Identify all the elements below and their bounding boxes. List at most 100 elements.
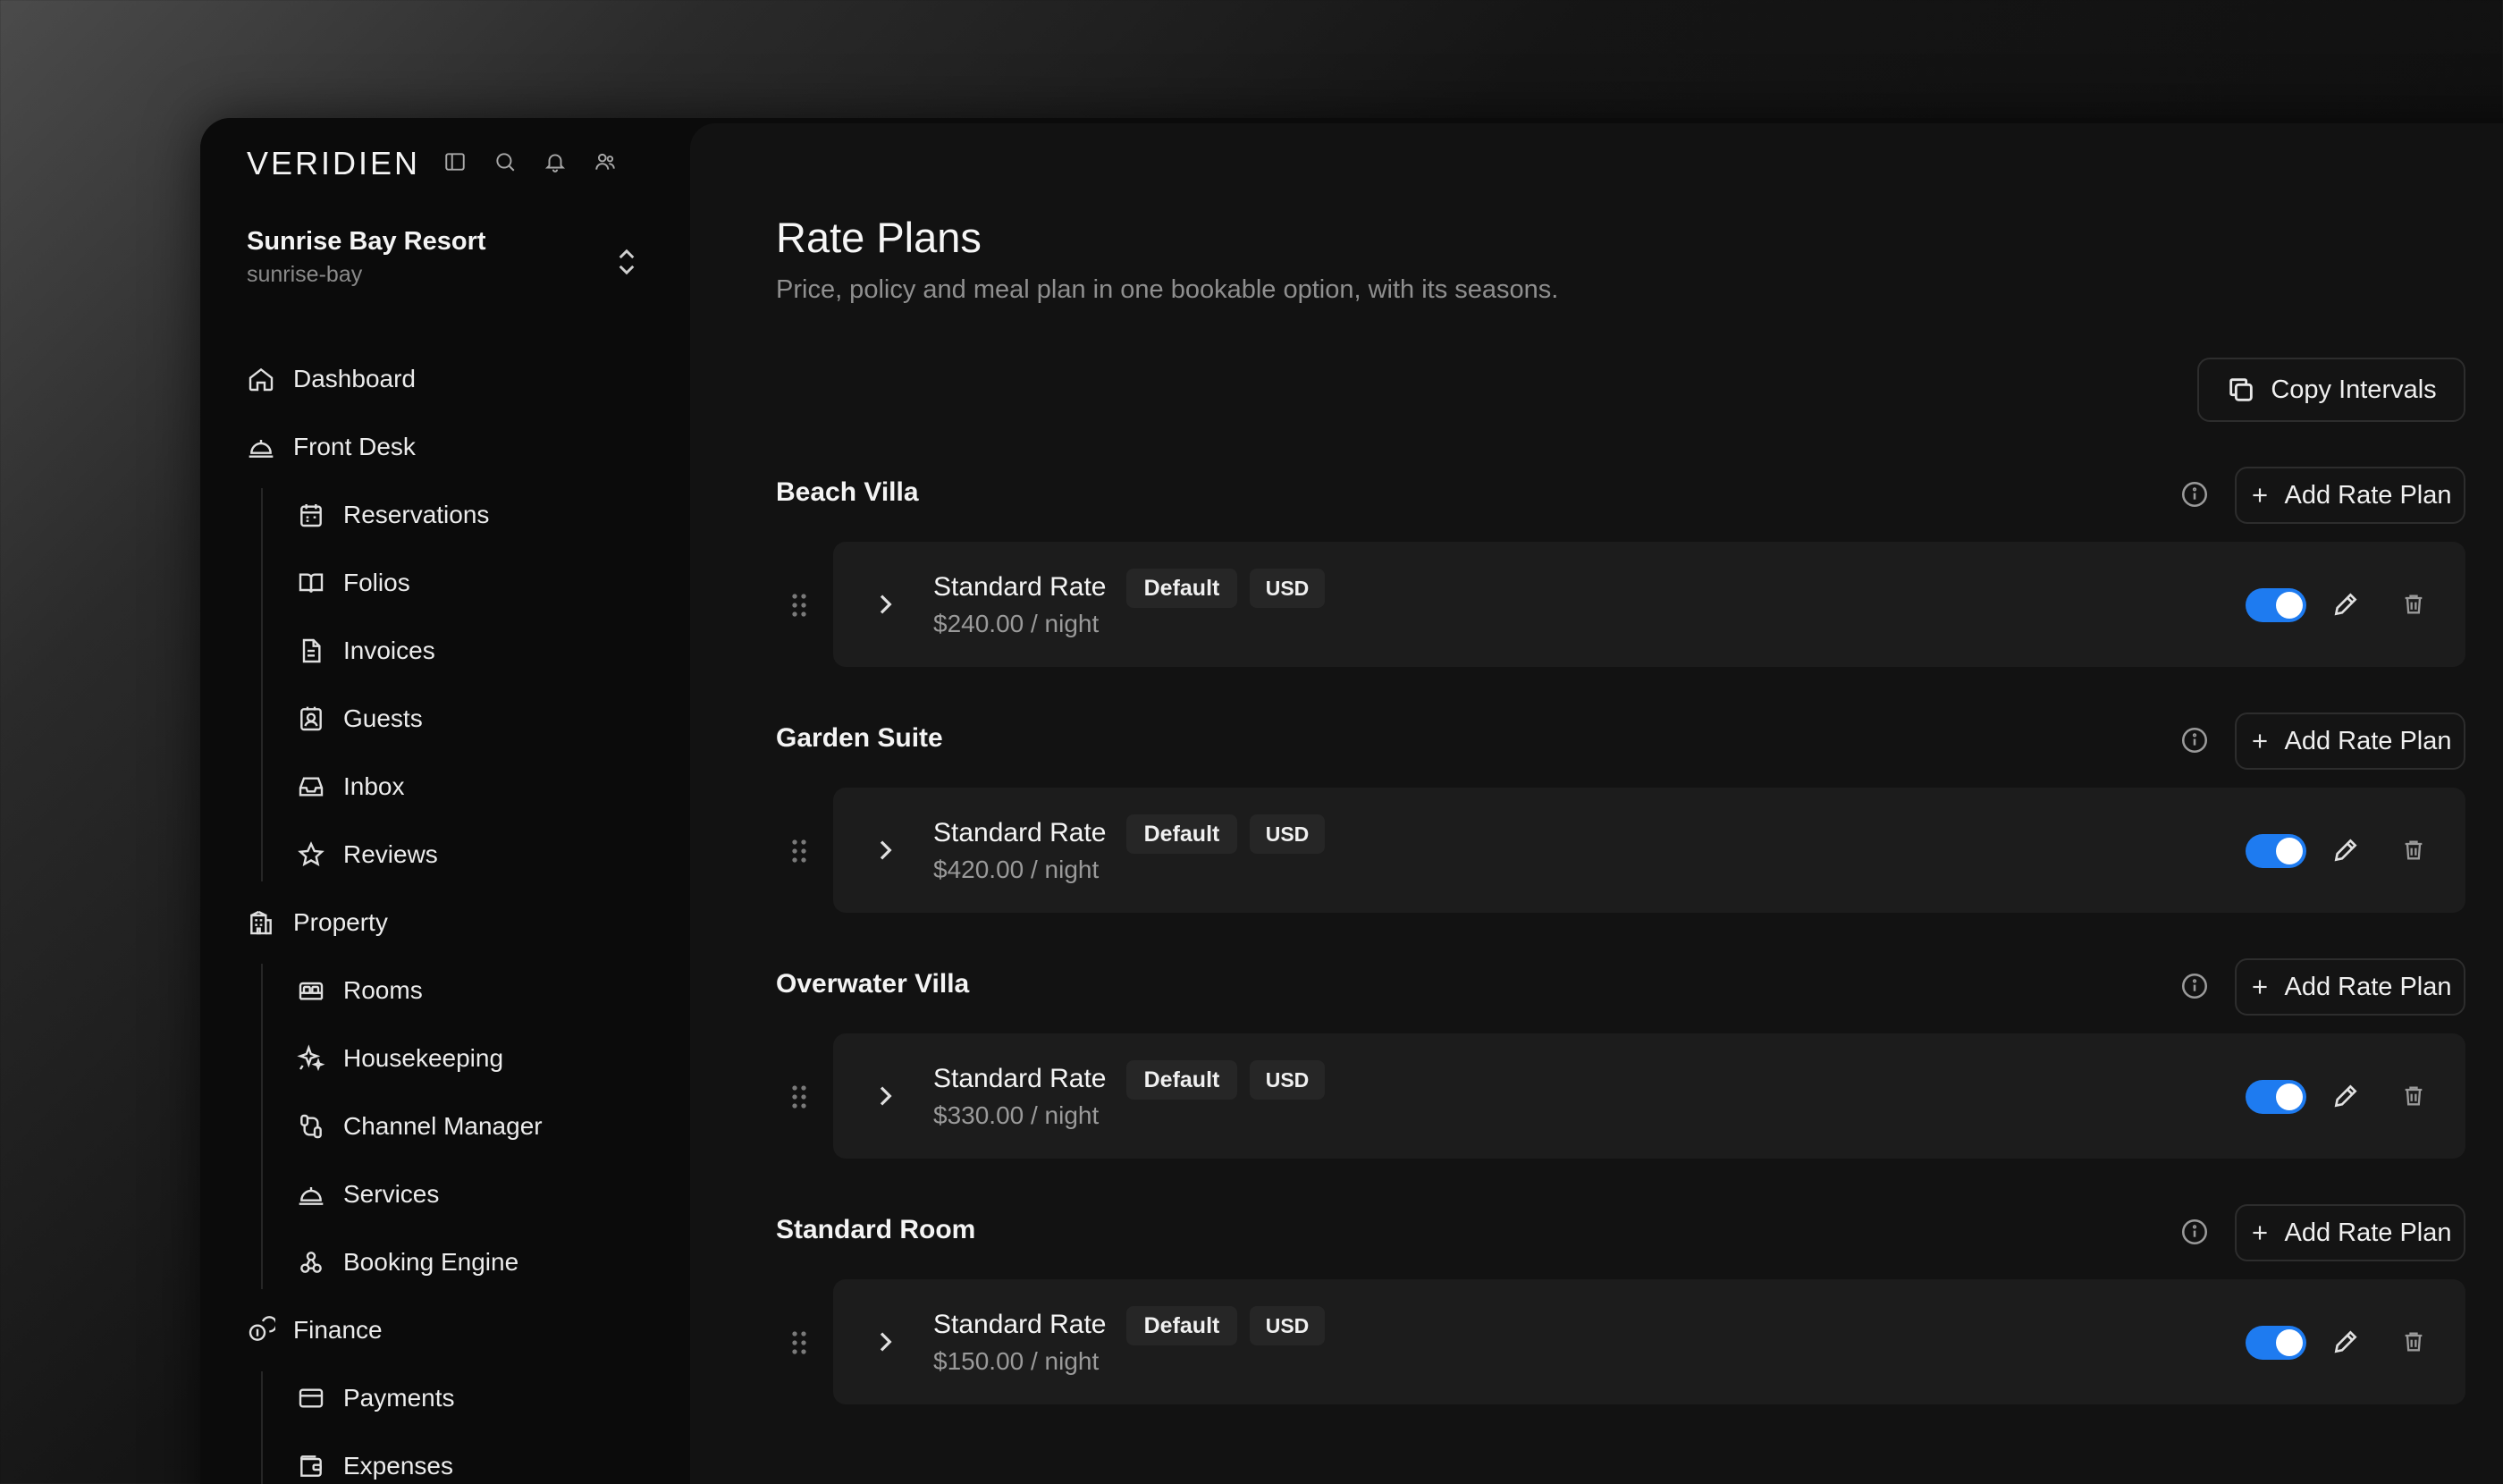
coins-icon [249, 1316, 275, 1341]
property-children: Rooms Housekeeping Channel Manager Servi… [247, 957, 667, 1296]
sidebar-item-rooms[interactable]: Rooms [297, 957, 667, 1024]
rate-plan-price: $330.00 / night [933, 1101, 1100, 1129]
add-rate-plan-button[interactable]: Add Rate Plan [2235, 1204, 2465, 1261]
rate-plan-row: Standard Rate Default USD $420.00 / nigh… [776, 788, 2465, 913]
top-icons [443, 150, 617, 178]
sidebar-item-folios[interactable]: Folios [297, 549, 667, 617]
info-icon[interactable] [2179, 971, 2210, 1001]
add-rate-plan-button[interactable]: Add Rate Plan [2235, 712, 2465, 770]
service-bell-icon [299, 1187, 324, 1205]
section-header: Beach Villa Add Rate Plan [776, 467, 2465, 524]
sidebar-item-label: Reviews [343, 840, 438, 868]
logo: VERIDIEN [247, 145, 421, 181]
room-section: Overwater Villa Add Rate Plan Standard R… [776, 958, 2465, 1159]
sidebar-item-inbox[interactable]: Inbox [297, 753, 667, 821]
webhook-icon [300, 1252, 322, 1273]
drag-handle-icon[interactable] [788, 1329, 810, 1356]
add-rate-plan-label: Add Rate Plan [2284, 1218, 2452, 1247]
drag-handle-icon[interactable] [788, 838, 810, 864]
star-icon [298, 841, 324, 867]
users-icon[interactable] [594, 150, 617, 178]
sidebar-item-booking-engine[interactable]: Booking Engine [297, 1228, 667, 1296]
section-title: Beach Villa [776, 477, 919, 507]
default-badge: Default [1126, 1060, 1237, 1100]
plus-icon [2253, 980, 2268, 994]
plus-icon [2253, 1226, 2268, 1240]
property-slug: sunrise-bay [247, 262, 363, 287]
sidebar-item-finance[interactable]: Finance [247, 1296, 667, 1364]
front-desk-children: Reservations Folios Invoices Guests Inbo… [247, 481, 667, 889]
pencil-icon[interactable] [2331, 590, 2360, 619]
sidebar-item-expenses[interactable]: Expenses [297, 1432, 667, 1484]
bell-icon[interactable] [544, 150, 567, 178]
wallet-icon [300, 1455, 322, 1477]
sidebar-item-reviews[interactable]: Reviews [297, 821, 667, 889]
info-icon[interactable] [2179, 1217, 2210, 1247]
search-icon[interactable] [493, 150, 517, 178]
nav-group-front-desk: Front Desk Reservations Folios Invoices [247, 413, 667, 889]
sidebar-item-channel-manager[interactable]: Channel Manager [297, 1092, 667, 1160]
rate-plan-toggle[interactable] [2246, 588, 2306, 622]
sidebar-item-invoices[interactable]: Invoices [297, 617, 667, 685]
trash-icon[interactable] [2401, 838, 2426, 863]
nav-group-finance: Finance Payments Expenses [247, 1296, 667, 1484]
sidebar-item-property[interactable]: Property [247, 889, 667, 957]
sidebar-item-label: Payments [343, 1384, 455, 1412]
trash-icon[interactable] [2401, 1083, 2426, 1109]
rate-plan-row: Standard Rate Default USD $240.00 / nigh… [776, 542, 2465, 667]
currency-badge: USD [1250, 1060, 1325, 1100]
section-header: Overwater Villa Add Rate Plan [776, 958, 2465, 1016]
room-section: Beach Villa Add Rate Plan Standard Rate … [776, 467, 2465, 667]
copy-icon [2229, 378, 2254, 401]
drag-handle-icon[interactable] [788, 592, 810, 619]
sidebar-item-label: Reservations [343, 501, 490, 528]
sidebar-item-housekeeping[interactable]: Housekeeping [297, 1024, 667, 1092]
pencil-icon[interactable] [2331, 1328, 2360, 1356]
sidebar-item-label: Booking Engine [343, 1248, 519, 1276]
sidebar-item-label: Services [343, 1180, 440, 1208]
chevron-right-icon[interactable] [871, 1082, 899, 1110]
trash-icon[interactable] [2401, 1329, 2426, 1354]
toggle-knob [2276, 592, 2303, 619]
sidebar-item-payments[interactable]: Payments [297, 1364, 667, 1432]
rate-plan-card: Standard Rate Default USD $150.00 / nigh… [833, 1279, 2465, 1404]
rate-plan-price: $420.00 / night [933, 856, 1100, 883]
sidebar-toggle-icon[interactable] [443, 150, 467, 178]
info-icon[interactable] [2179, 479, 2210, 510]
add-rate-plan-button[interactable]: Add Rate Plan [2235, 467, 2465, 524]
rate-plan-toggle[interactable] [2246, 1326, 2306, 1360]
sidebar-item-dashboard[interactable]: Dashboard [247, 345, 667, 413]
property-switcher[interactable]: Sunrise Bay Resort sunrise-bay [247, 227, 640, 299]
brand-row: VERIDIEN [247, 145, 617, 182]
add-rate-plan-label: Add Rate Plan [2284, 726, 2452, 755]
home-icon [249, 367, 274, 392]
info-icon[interactable] [2179, 725, 2210, 755]
add-rate-plan-label: Add Rate Plan [2284, 480, 2452, 510]
trash-icon[interactable] [2401, 592, 2426, 617]
rate-plan-name: Standard Rate [933, 572, 1107, 602]
section-title: Garden Suite [776, 723, 943, 753]
rate-plan-toggle[interactable] [2246, 1080, 2306, 1114]
sidebar-item-reservations[interactable]: Reservations [297, 481, 667, 549]
sidebar-item-label: Folios [343, 569, 410, 596]
add-rate-plan-button[interactable]: Add Rate Plan [2235, 958, 2465, 1016]
pencil-icon[interactable] [2331, 1082, 2360, 1110]
rate-plan-toggle[interactable] [2246, 834, 2306, 868]
sidebar-item-label: Channel Manager [343, 1112, 543, 1140]
copy-intervals-label: Copy Intervals [2271, 375, 2437, 404]
sidebar-item-front-desk[interactable]: Front Desk [247, 413, 667, 481]
inbox-icon [299, 777, 324, 797]
pencil-icon[interactable] [2331, 836, 2360, 864]
rate-plan-row: Standard Rate Default USD $150.00 / nigh… [776, 1279, 2465, 1404]
sidebar-item-services[interactable]: Services [297, 1160, 667, 1228]
drag-handle-icon[interactable] [788, 1083, 810, 1110]
sidebar-item-guests[interactable]: Guests [297, 685, 667, 753]
currency-badge: USD [1250, 814, 1325, 854]
chevron-right-icon[interactable] [871, 836, 899, 864]
chevron-right-icon[interactable] [871, 1328, 899, 1356]
page-subtitle: Price, policy and meal plan in one booka… [776, 275, 1559, 304]
route-icon [300, 1114, 322, 1139]
room-section: Standard Room Add Rate Plan Standard Rat… [776, 1204, 2465, 1404]
chevron-right-icon[interactable] [871, 590, 899, 619]
copy-intervals-button[interactable]: Copy Intervals [2197, 358, 2465, 422]
